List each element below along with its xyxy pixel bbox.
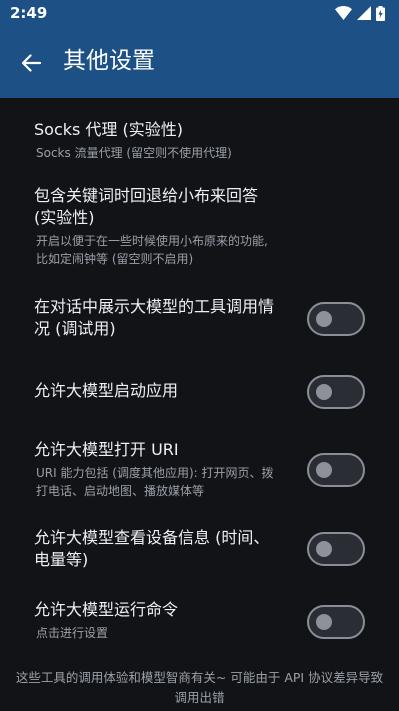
status-bar: 2:49 [0,0,399,28]
setting-allow-run-command[interactable]: 允许大模型运行命令 点击进行设置 [0,592,399,650]
setting-title: 包含关键词时回退给小布来回答 (实验性) [34,186,259,227]
toggle-knob [316,384,332,400]
page-title: 其他设置 [63,48,155,74]
footer-note: 这些工具的调用体验和模型智商有关~ 可能由于 API 协议差异导致调用出错 [15,670,384,705]
setting-title: Socks 代理 (实验性) [34,120,184,139]
allow-open-uri-toggle[interactable] [307,453,365,487]
status-time: 2:49 [10,4,48,22]
show-tool-calls-toggle[interactable] [307,302,365,336]
setting-title: 允许大模型打开 URI [34,440,179,459]
setting-allow-device-info[interactable]: 允许大模型查看设备信息 (时间、电量等) [0,520,399,582]
toolbar: 其他设置 [0,28,399,98]
battery-charging-icon [376,5,385,21]
allow-device-info-toggle[interactable] [307,532,365,566]
setting-socks-proxy[interactable]: Socks 代理 (实验性) Socks 流量代理 (留空则不使用代理) [0,110,399,170]
setting-title: 在对话中展示大模型的工具调用情况 (调试用) [34,297,275,338]
allow-launch-app-toggle[interactable] [307,375,365,409]
setting-title: 允许大模型运行命令 [34,600,179,619]
toggle-knob [316,462,332,478]
setting-allow-launch-app[interactable]: 允许大模型启动应用 [0,372,399,414]
wifi-icon [335,6,352,20]
setting-subtitle: 开启以便于在一些时候使用小布原来的功能, 比如定闹钟等 (留空则不启用) [36,234,268,266]
toggle-knob [316,311,332,327]
allow-run-command-toggle[interactable] [307,605,365,639]
arrow-left-icon [21,54,41,72]
setting-allow-open-uri[interactable]: 允许大模型打开 URI URI 能力包括 (调度其他应用): 打开网页、拨打电话… [0,432,399,502]
app-bar: 2:49 其他设置 [0,0,399,98]
setting-title: 允许大模型查看设备信息 (时间、电量等) [34,528,270,569]
status-icons [335,4,385,22]
toggle-knob [316,614,332,630]
setting-subtitle: 点击进行设置 [36,626,109,640]
setting-title: 允许大模型启动应用 [34,381,179,400]
signal-icon [357,6,371,20]
back-button[interactable] [16,48,46,78]
setting-show-tool-calls[interactable]: 在对话中展示大模型的工具调用情况 (调试用) [0,289,399,353]
setting-keyword-fallback[interactable]: 包含关键词时回退给小布来回答 (实验性) 开启以便于在一些时候使用小布原来的功能… [0,178,399,273]
setting-subtitle: Socks 流量代理 (留空则不使用代理) [36,146,232,160]
setting-subtitle: URI 能力包括 (调度其他应用): 打开网页、拨打电话、启动地图、播放媒体等 [36,466,274,498]
toggle-knob [316,541,332,557]
